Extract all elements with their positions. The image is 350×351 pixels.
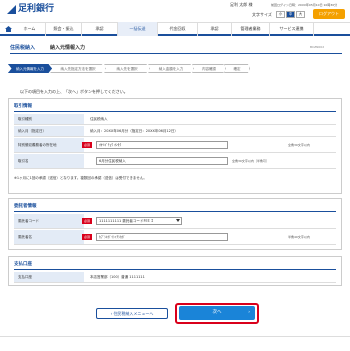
payment-account-label: 支払口座: [14, 272, 84, 282]
chevron-right-icon: ›: [248, 310, 250, 315]
step-select-payee: 納入先を選択: [104, 64, 150, 73]
next-button[interactable]: 次へ ›: [179, 306, 255, 320]
font-size-label: 文字サイズ: [252, 12, 272, 17]
page-title: 納入元情報入力: [50, 45, 86, 51]
nav-item-inquiry-transfer[interactable]: 照会・振込: [46, 22, 82, 36]
font-size-small-button[interactable]: 小: [276, 11, 285, 18]
last-login: 前回ログイン日時：20XX年05月10日 10時30分: [271, 3, 338, 7]
bank-name: 足利銀行: [18, 4, 55, 14]
obligor-address-hint: 全角30文字以内: [288, 143, 310, 147]
consignor-name-input[interactable]: ｶﾌﾞｼｷｶﾞｲｼｬｱｼｶｶﾞ: [96, 233, 228, 241]
logout-button[interactable]: ログアウト: [313, 9, 345, 19]
next-button-label: 次へ: [212, 310, 222, 315]
consignor-code-label: 委託者コード: [14, 214, 84, 228]
payment-month-value: 納入月：20XX年06月分（指定日：20XX年06月12日）: [90, 129, 178, 133]
back-to-menu-button[interactable]: ‹ 住民税納入メニューへ: [96, 308, 168, 319]
step-confirm: 内容確認: [192, 64, 226, 73]
step-input-amount: 納入金額を入力: [148, 64, 194, 73]
required-badge: 必須: [82, 142, 92, 148]
bank-logo-icon: [7, 5, 16, 14]
user-name: 足利 太郎 様: [230, 2, 253, 7]
transaction-name-input[interactable]: 6月分住民税納入: [96, 157, 228, 165]
step-input-payer: 納入元情報を入力: [8, 64, 52, 73]
nav-item-service-link[interactable]: サービス連携: [270, 22, 314, 36]
nav-item-approval[interactable]: 承認: [198, 22, 232, 36]
consignor-name-label: 委託者名: [14, 230, 84, 244]
font-size-medium-button[interactable]: 中: [286, 11, 295, 18]
nav-item-bulk-transmission[interactable]: 一括伝送: [118, 22, 158, 36]
nav-item-home[interactable]: ホーム: [14, 22, 46, 36]
consignor-name-hint: 半角40文字以内: [288, 235, 310, 239]
transaction-name-label: 取引名: [14, 154, 84, 168]
required-badge: 必須: [82, 234, 92, 240]
consignor-section-title: 委託者情報: [14, 204, 37, 209]
page-category: 住民税納入: [10, 45, 36, 51]
transaction-section-title: 取引情報: [14, 104, 32, 109]
step-select-method: 納入先指定方法を選択: [50, 64, 106, 73]
nav-item-admin[interactable]: 管理者業務: [232, 22, 270, 36]
required-badge: 必須: [82, 218, 92, 224]
account-section-title: 支払口座: [14, 262, 32, 267]
payment-account-value: 本店営業部（100）普通 1111111: [90, 275, 145, 279]
transaction-type-value: 住民税納入: [90, 117, 108, 121]
instruction-text: 以下の項目を入力の上、「次へ」ボタンを押してください。: [20, 89, 128, 94]
account-title-rule: [14, 269, 336, 270]
consignor-code-select[interactable]: 1111111111 委託者コードＭＥＩ: [96, 217, 182, 225]
transaction-name-hint: 全角30文字以内［半角可］: [232, 159, 269, 163]
footer-divider: [0, 336, 350, 337]
obligor-address-label: 特別徴収義務者の所在地: [14, 138, 84, 152]
nav-item-approval-general[interactable]: 承認: [82, 22, 118, 36]
screen-id: BCZN002: [310, 45, 325, 49]
font-size-large-button[interactable]: 大: [296, 11, 305, 18]
consignor-title-rule: [14, 211, 336, 212]
back-button-label: 住民税納入メニューへ: [113, 311, 154, 316]
nav-item-collection[interactable]: 代金回収: [158, 22, 198, 36]
transaction-title-rule: [14, 111, 336, 112]
step-finalize: 確定: [224, 64, 250, 73]
transaction-type-label: 取引種別: [14, 114, 84, 124]
payment-month-label: 納入月（指定日）: [14, 126, 84, 136]
title-divider: [10, 53, 342, 54]
transaction-note: ※1ヶ月に1回の承認（送信）となります。複数回の承認（送信）は受付できません。: [14, 176, 147, 180]
obligor-address-input[interactable]: ｵｵﾂｷﾞﾁｮｳ ｵﾝﾀｸ: [96, 141, 228, 149]
